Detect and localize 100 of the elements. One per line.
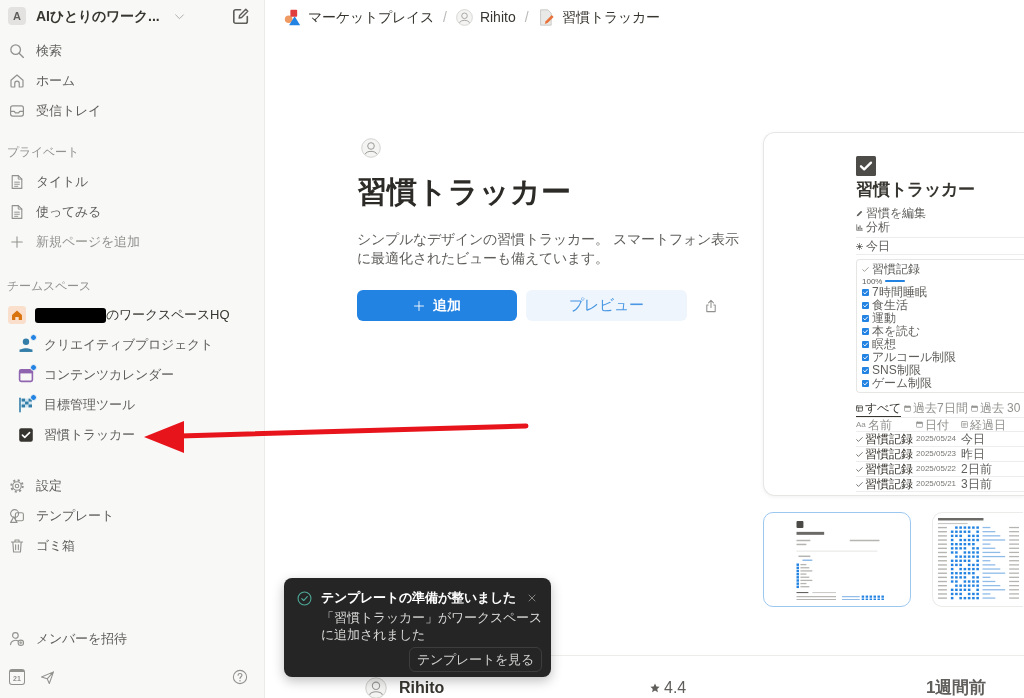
- teamspace-item[interactable]: のワークスペースHQ: [0, 300, 230, 330]
- table-cell: 習慣記録: [865, 477, 913, 491]
- breadcrumb-link[interactable]: 習慣トラッカー: [536, 5, 661, 29]
- inbox-icon: [9, 103, 25, 119]
- table-cell: 習慣記録: [865, 432, 913, 446]
- calendar-icon: [18, 367, 34, 383]
- breadcrumb-link[interactable]: Rihito: [454, 5, 517, 29]
- checkbox-icon: [856, 156, 876, 176]
- table-cell-text: 2025/05/23: [916, 449, 958, 459]
- column-header[interactable]: 日付: [916, 417, 961, 432]
- sidebar-item[interactable]: 受信トレイ: [0, 96, 101, 126]
- checkbox-icon[interactable]: [862, 354, 869, 361]
- section-label: チームスペース: [6, 278, 91, 295]
- table-cell-text: 2025/05/22: [916, 464, 958, 474]
- avatar-icon: [365, 677, 387, 698]
- check-icon: [862, 265, 869, 273]
- compose-icon[interactable]: [232, 7, 250, 25]
- table-cell-text: 2025/05/24: [916, 434, 958, 444]
- habit-label: SNS制限: [872, 364, 921, 377]
- sidebar-item[interactable]: 使ってみる: [0, 197, 101, 227]
- table-cell: 2日前: [961, 462, 992, 476]
- table-icon: [856, 404, 863, 412]
- sidebar-item[interactable]: コンテンツカレンダー: [0, 360, 174, 390]
- checkered-flag-icon: [18, 397, 34, 413]
- trash-icon: [9, 538, 25, 554]
- avatar-icon: [361, 138, 381, 158]
- view-tab[interactable]: 過去7日間: [904, 400, 968, 417]
- home-icon: [9, 73, 25, 89]
- workspace-name[interactable]: AIひとりのワーク...: [36, 5, 160, 27]
- table-cell: 習慣記録: [865, 447, 913, 461]
- sidebar-item[interactable]: ホーム: [0, 66, 75, 96]
- toast-message: 「習慣トラッカー」がワークスペースに追加されました: [321, 609, 543, 643]
- progress-label: 100%: [862, 276, 883, 286]
- column-header[interactable]: 経過日: [961, 417, 1006, 432]
- view-button[interactable]: 今日: [856, 238, 890, 254]
- column-header[interactable]: Aa 名前: [856, 417, 916, 432]
- habit-label: ゲーム制限: [872, 377, 932, 390]
- sidebar-item[interactable]: 習慣トラッカー: [0, 420, 135, 450]
- share-icon[interactable]: [704, 297, 718, 314]
- sidebar-item[interactable]: クリエイティブプロジェクト: [0, 330, 213, 360]
- list-icon: [961, 421, 968, 428]
- page-link[interactable]: 分析: [856, 220, 890, 234]
- view-tab[interactable]: すべて: [856, 400, 901, 417]
- page-title: 習慣トラッカー: [856, 179, 975, 201]
- type-mark: Aa: [856, 420, 866, 429]
- person-plus-icon: [9, 631, 25, 647]
- habit-label: アルコール制限: [872, 351, 956, 364]
- view-tab[interactable]: 過去 30: [970, 400, 1021, 417]
- page-icon: [9, 174, 25, 190]
- habit-label: 食生活: [872, 299, 908, 312]
- bar-chart-icon: [856, 223, 863, 231]
- checkbox-icon[interactable]: [862, 289, 869, 296]
- checkbox-icon[interactable]: [862, 341, 869, 348]
- star-icon: [650, 683, 660, 693]
- page-link[interactable]: 習慣を編集: [856, 206, 926, 220]
- sidebar-item[interactable]: 目標管理ツール: [0, 390, 135, 420]
- calendar-icon: [916, 421, 923, 428]
- settings-icon: [9, 478, 25, 494]
- checkbox-icon[interactable]: [862, 367, 869, 374]
- workspace-avatar: A: [8, 7, 26, 25]
- sidebar-item[interactable]: メンバーを招待: [0, 624, 127, 654]
- checkbox-icon[interactable]: [862, 328, 869, 335]
- template-title: 習慣トラッカー: [357, 174, 571, 210]
- checkbox-icon[interactable]: [862, 315, 869, 322]
- table-cell-text: 2025/05/21: [916, 479, 958, 489]
- sidebar-item[interactable]: 検索: [0, 36, 62, 66]
- send-icon[interactable]: [40, 669, 55, 685]
- close-icon[interactable]: [527, 593, 537, 603]
- breadcrumb-separator: /: [443, 7, 447, 27]
- creator-name: Rihito: [399, 678, 445, 698]
- page-icon: [9, 204, 25, 220]
- checkbox-icon[interactable]: [862, 380, 869, 387]
- habit-card-title: 習慣記録: [872, 262, 920, 276]
- pencil-icon: [856, 209, 863, 217]
- thumbnail-button[interactable]: [763, 512, 911, 607]
- sidebar-item[interactable]: タイトル: [0, 167, 88, 197]
- view-template-button[interactable]: テンプレートを見る: [409, 647, 542, 672]
- breadcrumb-link[interactable]: マーケットプレイス: [283, 5, 435, 29]
- plus-icon: [10, 235, 24, 249]
- checkbox-icon[interactable]: [862, 302, 869, 309]
- document-pencil-icon: [537, 8, 555, 26]
- calendar-icon: [904, 404, 911, 412]
- shapes-icon: [284, 8, 301, 26]
- section-label: プライベート: [6, 144, 79, 161]
- habit-label: 7時間睡眠: [872, 286, 927, 299]
- table-cell: 昨日: [961, 447, 985, 461]
- rating-value: 4.4: [664, 678, 687, 698]
- habit-label: 本を読む: [872, 325, 920, 338]
- calendar-icon: [970, 404, 978, 412]
- house-icon: [8, 306, 26, 324]
- sun-icon: [856, 242, 863, 250]
- sidebar-item[interactable]: ゴミ箱: [0, 531, 75, 561]
- check-circle-icon: [297, 590, 312, 606]
- add-button[interactable]: 追加: [357, 290, 517, 321]
- table-cell: 3日前: [961, 477, 992, 491]
- toast-title: テンプレートの準備が整いました: [321, 590, 516, 606]
- help-icon[interactable]: [232, 669, 248, 685]
- sidebar-item[interactable]: テンプレート: [0, 501, 114, 531]
- plus-icon: [413, 299, 425, 312]
- sidebar-item[interactable]: 設定: [0, 471, 62, 501]
